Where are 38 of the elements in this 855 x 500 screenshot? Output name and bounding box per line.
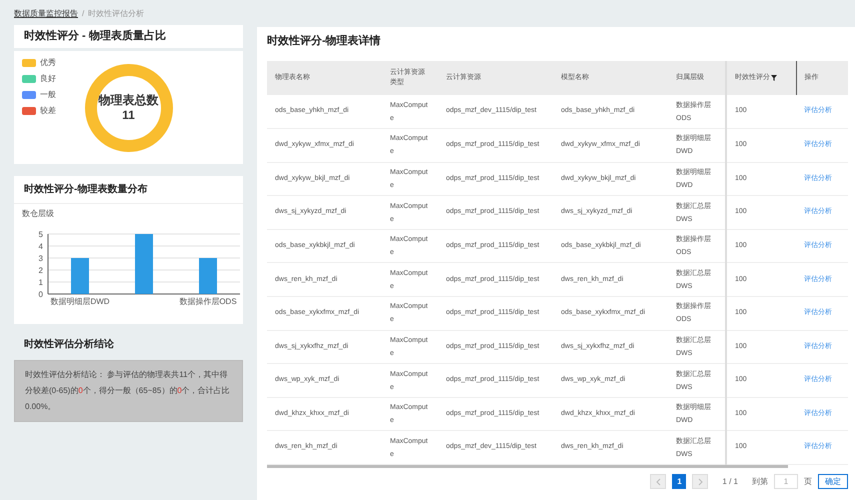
section-title: 时效性评估分析结论 [23, 338, 115, 352]
y-tick-label: 1 [38, 278, 43, 287]
chart-title: 数仓层级 [22, 208, 55, 220]
y-tick-label: 0 [38, 290, 43, 299]
page-button[interactable]: 1 [672, 474, 686, 490]
panel-title: 时效性评分-物理表详情 [266, 34, 382, 49]
conclusion-text: 时效性评估分析结论： 参与评估的物理表共11个，其中得分较差(0-65)的0个，得分一般（65~85）的0个，合计占比0.00%。 [14, 360, 243, 422]
goto-label: 到第 [752, 476, 768, 488]
legend-label: 良好 [40, 73, 56, 85]
panel-title: 时效性评分-物理表数量分布 [14, 176, 243, 204]
panel-title: 时效性评分 - 物理表质量占比 [14, 25, 243, 51]
page-unit: 页 [804, 476, 812, 488]
confirm-button[interactable]: 确定 [818, 474, 848, 490]
y-tick-label: 5 [38, 230, 43, 239]
filter-icon[interactable] [771, 75, 777, 81]
bar [135, 234, 153, 294]
breadcrumb-separator: / [82, 8, 84, 20]
bar [71, 258, 89, 294]
breadcrumb-current: 时效性评估分析 [88, 8, 144, 20]
y-tick-label: 3 [38, 254, 43, 263]
bar [199, 258, 217, 294]
x-axis-label: 数据明细层DWD [50, 297, 110, 306]
y-tick-label: 4 [38, 242, 43, 251]
legend-label: 较差 [40, 105, 56, 117]
legend-label: 优秀 [40, 57, 56, 69]
y-tick-label: 2 [38, 266, 43, 275]
chevron-right-icon [698, 478, 703, 486]
donut-center-value: 11 [122, 108, 135, 122]
next-page-button[interactable] [692, 474, 708, 490]
scrollbar[interactable] [267, 465, 788, 468]
x-axis-label: 数据操作层ODS [179, 297, 237, 306]
breadcrumb-link[interactable]: 数据质量监控报告 [14, 8, 78, 20]
page-summary: 1 / 1 [722, 476, 738, 488]
chevron-left-icon [656, 478, 661, 486]
donut-center-label: 物理表总数 [98, 92, 158, 108]
page-input[interactable]: 1 [774, 474, 798, 490]
previous-page-button[interactable] [650, 474, 666, 490]
legend-label: 一般 [40, 89, 56, 101]
